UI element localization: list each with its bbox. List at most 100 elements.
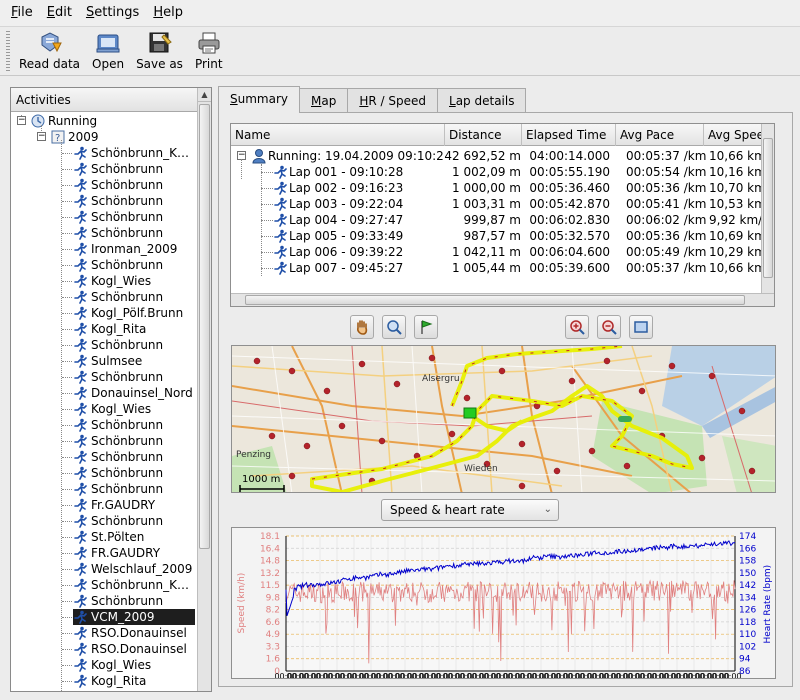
column-elapsed-header[interactable]: Elapsed Time — [522, 124, 616, 146]
svg-text:?: ? — [55, 133, 60, 144]
table-row[interactable]: Lap 004 - 09:27:47 999,87 m 00:06:02.830 00… — [231, 212, 774, 228]
open-icon — [96, 34, 120, 53]
table-row-root[interactable]: − Running: 19.04.2009 09:10:28 42 692,52… — [231, 148, 774, 164]
column-pace-header[interactable]: Avg Pace — [616, 124, 704, 146]
table-row[interactable]: Lap 001 - 09:10:28 1 002,09 m 00:05:55.190… — [231, 164, 774, 180]
tab-summary[interactable]: Summary — [218, 86, 300, 113]
table-row[interactable]: Lap 006 - 09:39:22 1 042,11 m 00:06:04.600… — [231, 244, 774, 260]
column-distance-header[interactable]: Distance — [445, 124, 522, 146]
runner-icon — [74, 674, 87, 688]
tree-item-activity[interactable]: Schönbrunn_K… — [73, 145, 195, 161]
tree-item-activity[interactable]: RSO.Donauinsel — [73, 625, 195, 641]
tree-scrollbar[interactable]: ▲ — [197, 88, 211, 691]
fit-to-screen-button[interactable] — [629, 315, 653, 339]
tree-item-activity[interactable]: Kogl_Rita — [73, 321, 195, 337]
open-label: Open — [92, 57, 125, 71]
tree-item-activity[interactable]: Schönbrunn — [73, 433, 195, 449]
tree-item-activity[interactable]: Schönbrunn — [73, 209, 195, 225]
expander-2009[interactable]: − — [37, 132, 46, 141]
tree-item-activity[interactable]: Schönbrunn — [73, 417, 195, 433]
table-horizontal-scrollbar[interactable] — [231, 293, 774, 306]
tree-item-label: Kogl_Rita — [91, 322, 147, 336]
tree-item-activity[interactable]: Ironman_2009 — [73, 241, 195, 257]
runner-icon — [274, 165, 287, 179]
open-button[interactable]: Open — [87, 27, 129, 73]
runner-icon — [74, 610, 87, 624]
save-as-button[interactable]: Save as — [131, 27, 188, 73]
tree-line — [62, 313, 72, 314]
tree-item-activity[interactable]: Schönbrunn — [73, 257, 195, 273]
tree-item-activity[interactable]: Schönbrunn — [73, 449, 195, 465]
tree-node-2009[interactable]: ? 2009 — [51, 129, 99, 145]
table-row[interactable]: Lap 007 - 09:45:27 1 005,44 m 00:05:39.600… — [231, 260, 774, 276]
tree-item-activity[interactable]: Fr.GAUDRY — [73, 497, 195, 513]
tab-lap-details[interactable]: Lap details — [437, 88, 527, 113]
pan-hand-button[interactable] — [350, 315, 374, 339]
table-hscroll-thumb[interactable] — [245, 295, 745, 305]
tree-item-activity[interactable]: Kogl_Wies — [73, 401, 195, 417]
tree-item-activity[interactable]: Schönbrunn — [73, 193, 195, 209]
table-vertical-scrollbar[interactable] — [761, 124, 774, 294]
scroll-up-arrow-icon[interactable]: ▲ — [198, 88, 211, 102]
flag-button[interactable] — [414, 315, 438, 339]
table-row[interactable]: Lap 003 - 09:22:04 1 003,31 m 00:05:42.870… — [231, 196, 774, 212]
tree-item-activity[interactable]: Kogl_Pölf.Brunn — [73, 305, 195, 321]
speed-axis-tick: 14.8 — [260, 557, 280, 567]
tree-item-activity[interactable]: Kogl_Wies — [73, 273, 195, 289]
tree-item-activity[interactable]: Schönbrunn — [73, 481, 195, 497]
tree-item-activity[interactable]: Sulmsee — [73, 353, 195, 369]
speed-axis-tick: 1.6 — [266, 655, 281, 665]
tree-line — [62, 473, 72, 474]
print-button[interactable]: Print — [190, 27, 228, 73]
tree-line — [62, 521, 72, 522]
runner-icon — [74, 530, 87, 544]
tree-item-activity[interactable]: Schönbrunn — [73, 289, 195, 305]
tree-line — [62, 249, 72, 250]
tree-item-activity[interactable]: Welschlauf_2009 — [73, 561, 195, 577]
menu-settings[interactable]: Settings — [79, 0, 146, 26]
chart-type-selector[interactable]: Speed & heart rate ⌄ — [381, 499, 559, 521]
tree-item-activity[interactable]: Schönbrunn — [73, 465, 195, 481]
tree-header[interactable]: Activities — [11, 88, 211, 112]
tree-item-activity[interactable]: Schönbrunn_K… — [73, 577, 195, 593]
expander-running[interactable]: − — [17, 116, 26, 125]
route-map[interactable]: Alsergru Penzing Wieden 1000 m — [231, 345, 776, 493]
tree-item-activity[interactable]: Schönbrunn — [73, 369, 195, 385]
tree-item-activity[interactable]: RSO.Donauinsel — [73, 641, 195, 657]
tree-item-activity[interactable]: Donauinsel_Nord — [73, 385, 195, 401]
tree-item-activity[interactable]: Kogl_Wies — [73, 657, 195, 673]
tree-item-activity[interactable]: VCM_2009 — [73, 609, 195, 625]
zoom-button[interactable] — [382, 315, 406, 339]
column-name-header[interactable]: Name — [231, 124, 445, 146]
menu-file[interactable]: File — [4, 0, 40, 26]
tab-map[interactable]: Map — [299, 88, 349, 113]
tree-item-activity[interactable]: Schönbrunn — [73, 225, 195, 241]
tree-scroll-thumb[interactable] — [199, 104, 210, 549]
read-data-button[interactable]: Read data — [14, 27, 85, 73]
chevron-down-icon: ⌄ — [543, 504, 552, 515]
table-vscroll-thumb[interactable] — [763, 138, 773, 278]
tree-item-activity[interactable]: St.Pölten — [73, 529, 195, 545]
tab-hr-speed[interactable]: HR / Speed — [347, 88, 439, 113]
tree-item-activity[interactable]: Schönbrunn — [73, 177, 195, 193]
tree-item-activity[interactable]: Schönbrunn — [73, 161, 195, 177]
menu-edit[interactable]: Edit — [40, 0, 79, 26]
tree-item-activity[interactable]: Schönbrunn — [73, 513, 195, 529]
toolbar: Read data Open Save as Print — [0, 26, 800, 76]
toolbar-grip-handle[interactable] — [6, 31, 10, 73]
runner-icon — [74, 418, 87, 432]
tree-item-activity[interactable]: Kogl_Rita — [73, 673, 195, 689]
read-data-icon — [41, 32, 62, 53]
table-row[interactable]: Lap 005 - 09:33:49 987,57 m 00:05:32.570 00… — [231, 228, 774, 244]
zoom-in-button[interactable] — [565, 315, 589, 339]
tree-item-activity[interactable]: Schönbrunn — [73, 337, 195, 353]
zoom-out-button[interactable] — [597, 315, 621, 339]
cell-name: Lap 007 - 09:45:27 — [289, 261, 404, 275]
tree-item-label: Schönbrunn — [91, 418, 164, 432]
tree-item-activity[interactable]: FR.GAUDRY — [73, 545, 195, 561]
table-row[interactable]: Lap 002 - 09:16:23 1 000,00 m 00:05:36.460… — [231, 180, 774, 196]
menu-help[interactable]: Help — [146, 0, 190, 26]
tree-item-label: Schönbrunn — [91, 290, 164, 304]
tree-line — [62, 617, 72, 618]
tree-item-activity[interactable]: Schönbrunn — [73, 593, 195, 609]
